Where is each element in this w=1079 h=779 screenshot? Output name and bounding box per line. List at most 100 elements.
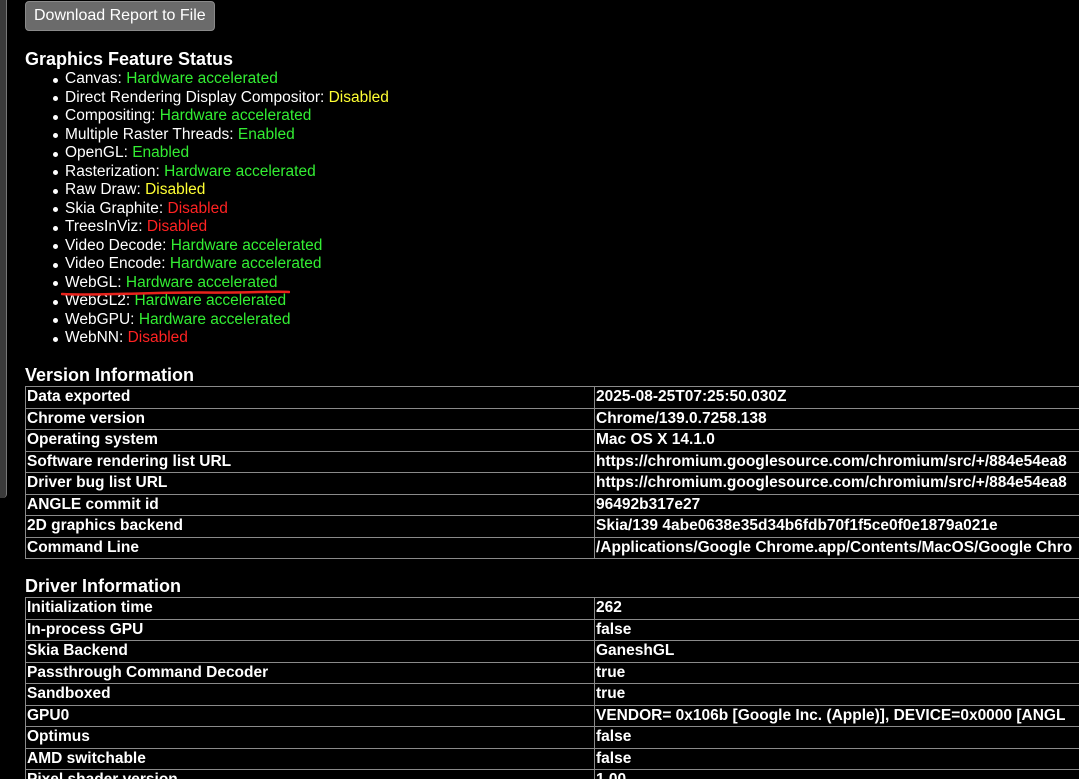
row-value: GaneshGL <box>594 640 1079 663</box>
row-key: Data exported <box>25 386 595 409</box>
driver-info-heading: Driver Information <box>25 576 182 596</box>
feature-status-value: Hardware accelerated <box>126 70 278 87</box>
feature-status-value: Disabled <box>127 329 188 346</box>
row-value: false <box>594 726 1079 749</box>
row-key: AMD switchable <box>25 747 595 770</box>
feature-name: Multiple Raster Threads: <box>65 125 234 143</box>
feature-name: Raw Draw: <box>65 181 141 198</box>
table-row: GPU0 VENDOR= 0x106b [Google Inc. (Apple)]… <box>25 704 1079 727</box>
feature-status-value: Disabled <box>328 88 389 106</box>
table-row: Chrome version Chrome/139.0.7258.138 <box>25 407 1079 430</box>
row-value: true <box>594 661 1079 684</box>
row-key: GPU0 <box>25 704 595 727</box>
row-key: Pixel shader version <box>25 769 595 779</box>
feature-status-value: Hardware accelerated <box>169 255 322 272</box>
feature-status-item: TreesInViz: Disabled <box>47 218 389 237</box>
feature-name: WebNN: <box>65 329 124 346</box>
feature-name: TreesInViz: <box>65 218 143 235</box>
table-row: Operating system Mac OS X 14.1.0 <box>25 429 1079 452</box>
feature-status-value: Disabled <box>167 199 228 217</box>
table-row: Pixel shader version1.00 <box>25 769 1079 779</box>
feature-status-value: Disabled <box>145 181 206 198</box>
feature-name: WebGPU: <box>65 310 135 328</box>
row-key: Operating system <box>25 429 595 452</box>
row-value: https://chromium.googlesource.com/chromi… <box>594 450 1079 473</box>
row-value: Skia/139 4abe0638e35d34b6fdb70f1f5ce0f0e… <box>594 515 1079 538</box>
row-key: Sandboxed <box>25 683 595 706</box>
gpu-report-page: Download Report to File Graphics Feature… <box>0 0 1079 779</box>
row-value: 2025-08-25T07:25:50.030Z <box>594 386 1079 409</box>
row-key: In-process GPU <box>25 618 595 641</box>
row-key: Passthrough Command Decoder <box>25 661 595 684</box>
row-value: true <box>594 683 1079 706</box>
row-value: 96492b317e27 <box>594 493 1079 516</box>
feature-status-item: WebGPU: Hardware accelerated <box>47 311 389 330</box>
table-row: Data exported 2025-08-25T07:25:50.030Z <box>25 386 1079 409</box>
row-value: 1.00 <box>594 769 1079 779</box>
feature-status-value: Hardware accelerated <box>164 162 316 180</box>
table-row: Software rendering list URL https://chrom… <box>25 450 1079 473</box>
row-value: https://chromium.googlesource.com/chromi… <box>594 472 1079 495</box>
feature-status-item: Direct Rendering Display Compositor: Dis… <box>47 89 389 108</box>
table-row: Initialization time 262 <box>25 597 1079 620</box>
feature-status-value: Enabled <box>132 144 190 161</box>
row-key: Chrome version <box>25 407 595 430</box>
feature-name: Compositing: <box>65 107 156 124</box>
feature-name: Rasterization: <box>65 162 160 180</box>
table-row: Skia Backend GaneshGL <box>25 640 1079 663</box>
feature-name: Video Decode: <box>65 236 167 254</box>
feature-status-item: Video Encode: Hardware accelerated <box>47 255 389 274</box>
row-value: false <box>594 747 1079 770</box>
table-row: AMD switchable false <box>25 747 1079 770</box>
row-key: ANGLE commit id <box>25 493 595 516</box>
feature-status-item: Canvas: Hardware accelerated <box>47 70 389 89</box>
row-key: Optimus <box>25 726 595 749</box>
row-value: Mac OS X 14.1.0 <box>594 429 1079 452</box>
row-value: VENDOR= 0x106b [Google Inc. (Apple)], DE… <box>594 704 1079 727</box>
feature-status-value: Enabled <box>237 125 295 143</box>
row-key: Skia Backend <box>25 640 595 663</box>
feature-status-heading: Graphics Feature Status <box>25 49 234 69</box>
feature-status-item: Video Decode: Hardware accelerated <box>47 237 389 256</box>
row-value: 262 <box>594 597 1079 620</box>
table-row: ANGLE commit id 96492b317e27 <box>25 493 1079 516</box>
feature-status-list: Canvas: Hardware accelerated Direct Rende… <box>47 70 389 348</box>
row-key: Command Line <box>25 536 595 559</box>
feature-status-item: Raw Draw: Disabled <box>47 181 389 200</box>
row-key: Software rendering list URL <box>25 450 595 473</box>
download-report-button[interactable]: Download Report to File <box>25 1 215 31</box>
feature-name: Skia Graphite: <box>65 199 164 217</box>
driver-info-table: Initialization time 262 In-process GPU fals… <box>25 597 1079 779</box>
version-info-table: Data exported 2025-08-25T07:25:50.030Z Chr… <box>25 386 1079 559</box>
feature-status-value: Hardware accelerated <box>170 236 323 254</box>
feature-status-value: Hardware accelerated <box>138 310 291 328</box>
table-row: In-process GPU false <box>25 618 1079 641</box>
red-underline-annotation <box>61 290 290 296</box>
feature-status-item: OpenGL: Enabled <box>47 144 389 163</box>
row-key: 2D graphics backend <box>25 515 595 538</box>
row-value: Chrome/139.0.7258.138 <box>594 407 1079 430</box>
version-info-heading: Version Information <box>25 365 195 385</box>
table-row: Optimus false <box>25 726 1079 749</box>
feature-name: Direct Rendering Display Compositor: <box>65 88 325 106</box>
table-row: Driver bug list URL https://chromium.goog… <box>25 472 1079 495</box>
feature-name: Video Encode: <box>65 255 166 272</box>
row-key: Driver bug list URL <box>25 472 595 495</box>
feature-status-item: Compositing: Hardware accelerated <box>47 107 389 126</box>
feature-name: OpenGL: <box>65 144 128 161</box>
feature-name: Canvas: <box>65 70 122 87</box>
feature-status-value: Hardware accelerated <box>159 107 312 124</box>
table-row: Passthrough Command Decoder true <box>25 661 1079 684</box>
table-row: 2D graphics backend Skia/139 4abe0638e35d… <box>25 515 1079 538</box>
feature-status-item: Multiple Raster Threads: Enabled <box>47 126 389 145</box>
feature-name: WebGL: <box>65 273 122 291</box>
row-value: /Applications/Google Chrome.app/Contents… <box>594 536 1079 559</box>
feature-status-item: Skia Graphite: Disabled <box>47 200 389 219</box>
feature-status-value: Disabled <box>146 218 208 235</box>
table-row: Command Line/Applications/Google Chrome.… <box>25 536 1079 559</box>
feature-status-item: Rasterization: Hardware accelerated <box>47 163 389 182</box>
feature-status-item: WebNN: Disabled <box>47 329 389 348</box>
left-scroll-edge <box>0 0 7 498</box>
feature-status-value: Hardware accelerated <box>125 273 278 291</box>
row-key: Initialization time <box>25 597 595 620</box>
